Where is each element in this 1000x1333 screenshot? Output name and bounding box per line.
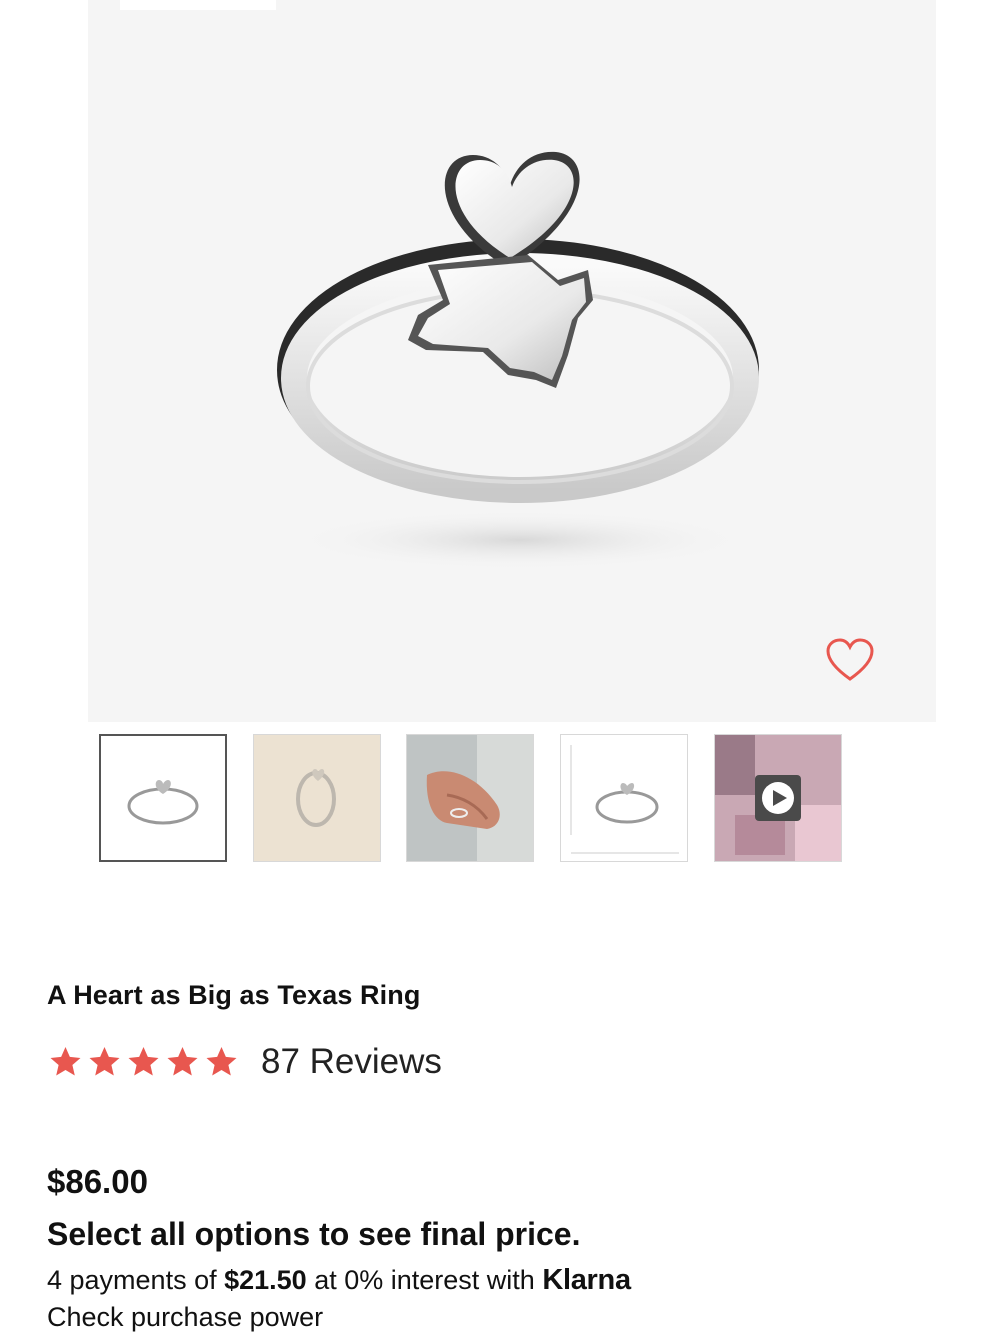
klarna-installments: 4 payments of $21.50 at 0% interest with… — [47, 1264, 631, 1297]
reviews-count[interactable]: 87 Reviews — [261, 1042, 442, 1082]
check-purchase-power-link[interactable]: Check purchase power — [47, 1302, 323, 1333]
thumbnail-3[interactable] — [406, 734, 534, 862]
thumbnail-4[interactable] — [560, 734, 688, 862]
klarna-amount: $21.50 — [224, 1265, 307, 1295]
star-icon — [50, 1047, 81, 1076]
wishlist-button[interactable] — [822, 632, 878, 688]
product-price: $86.00 — [47, 1163, 148, 1200]
heart-outline-icon — [826, 638, 874, 681]
star-icon — [128, 1047, 159, 1076]
ring-image — [277, 151, 759, 570]
thumbnail-2[interactable] — [253, 734, 381, 862]
klarna-logo: Klarna — [542, 1264, 631, 1296]
star-icon — [89, 1047, 120, 1076]
thumbnail-video[interactable] — [714, 734, 842, 862]
product-title: A Heart as Big as Texas Ring — [47, 980, 421, 1010]
product-rating[interactable]: 87 Reviews — [46, 1042, 442, 1082]
product-main-image[interactable] — [88, 0, 936, 722]
price-note: Select all options to see final price. — [47, 1216, 581, 1252]
klarna-middle: at 0% interest with — [306, 1265, 543, 1295]
thumbnail-1[interactable] — [99, 734, 227, 862]
star-icon — [167, 1047, 198, 1076]
klarna-prefix: 4 payments of — [47, 1265, 225, 1295]
star-icon — [206, 1047, 237, 1076]
rating-stars — [46, 1044, 241, 1080]
